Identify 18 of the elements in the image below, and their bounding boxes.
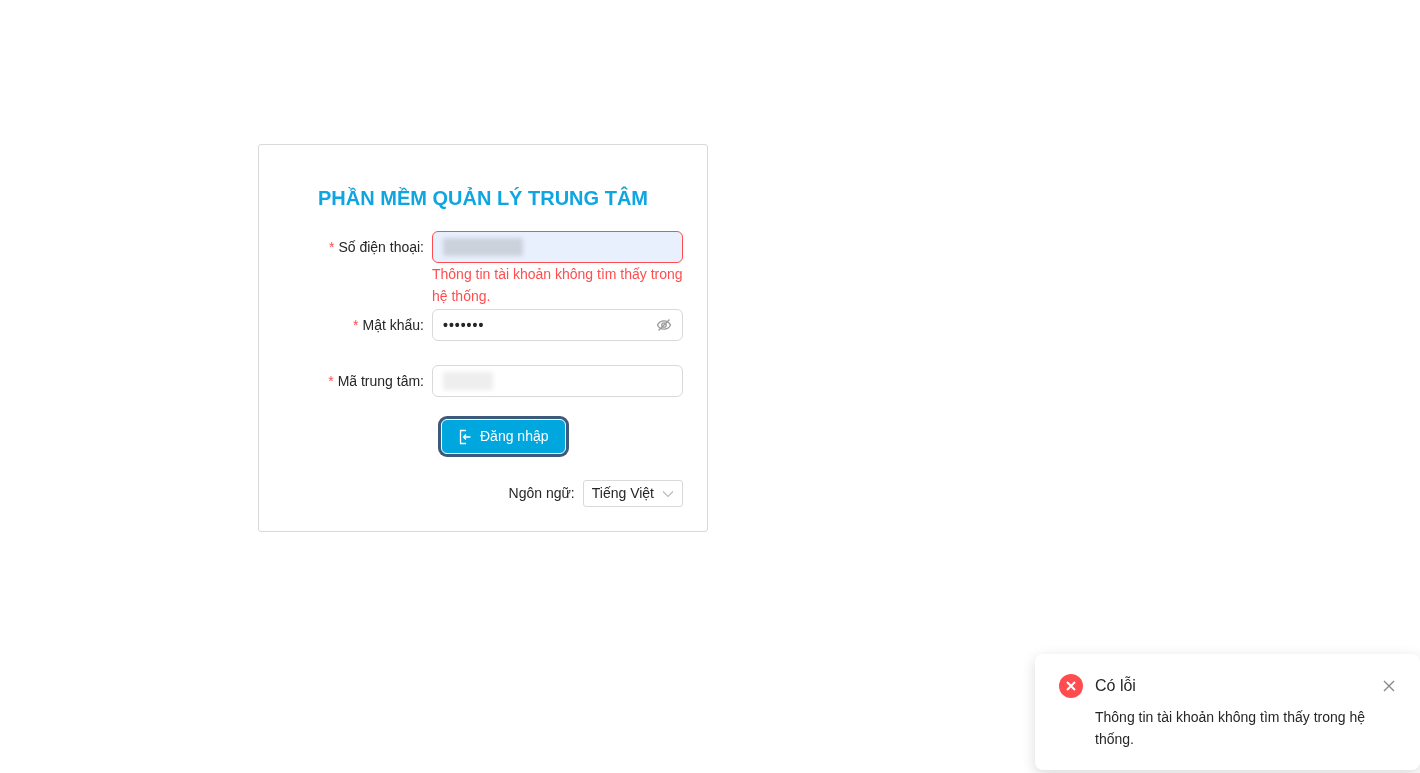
notification-title: Có lỗi [1095, 675, 1137, 696]
error-message: Thông tin tài khoản không tìm thấy trong hệ thống. [432, 265, 683, 306]
field-label: Mật khẩu: [362, 316, 424, 335]
required-mark: * [353, 315, 359, 335]
language-label: Ngôn ngữ: [508, 484, 575, 503]
input-field[interactable] [432, 231, 683, 263]
eye-slash-icon[interactable] [656, 317, 672, 333]
required-mark: * [328, 371, 334, 391]
close-icon[interactable] [1382, 679, 1396, 693]
notification-message: Thông tin tài khoản không tìm thấy trong hệ thống. [1095, 708, 1367, 749]
login-icon [458, 428, 472, 445]
app-title: PHẦN MỀM QUẢN LÝ TRUNG TÂM [317, 185, 649, 211]
required-mark: * [328, 237, 335, 257]
language-select[interactable]: Tiếng Việt [582, 480, 683, 507]
chevron-down-icon [662, 489, 674, 498]
password-field[interactable]: ••••••• [432, 309, 683, 341]
field-label: Số điện thoại: [338, 238, 424, 257]
field-label: Mã trung tâm: [337, 372, 424, 391]
